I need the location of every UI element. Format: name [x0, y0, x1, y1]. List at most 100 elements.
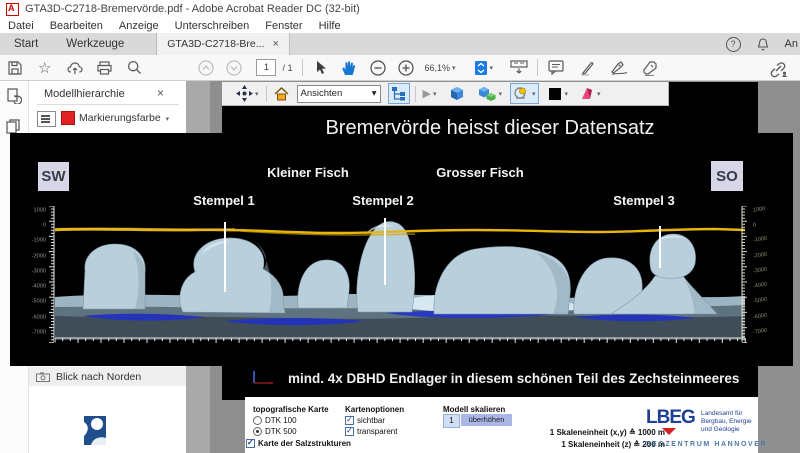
share-link-icon [768, 62, 788, 78]
chevron-down-icon: ▾ [433, 90, 437, 98]
checkbox-checked-icon [246, 439, 255, 448]
model-tree-icon [391, 86, 407, 101]
hand-icon [341, 60, 356, 76]
view-north-label: Blick nach Norden [56, 371, 141, 383]
menu-unterschreiben[interactable]: Unterschreiben [167, 20, 258, 32]
menu-anzeige[interactable]: Anzeige [111, 20, 167, 32]
star-icon: ☆ [38, 59, 51, 77]
sign-button[interactable] [610, 57, 628, 79]
rotate-navigation-icon [236, 85, 253, 102]
acrobat-window: Modellhierarchie × Markierungsfarbe ▾ Bl… [0, 0, 800, 453]
printer-icon [97, 61, 112, 75]
3d-home-view-button[interactable] [272, 84, 291, 103]
chevron-down-icon: ▾ [372, 88, 377, 99]
background-color-button[interactable]: ▾ [547, 84, 571, 103]
star-button[interactable]: ☆ [38, 57, 51, 79]
save-icon [8, 61, 22, 75]
menu-datei[interactable]: Datei [0, 20, 42, 32]
page-up-icon [198, 60, 214, 76]
search-button[interactable] [127, 57, 142, 79]
notification-bell-icon[interactable] [757, 38, 769, 51]
save-button[interactable] [8, 57, 22, 79]
checkbox-visible[interactable]: sichtbar [345, 416, 385, 425]
sign-in-label[interactable]: An [785, 38, 798, 50]
main-toolbar: ☆ 1 / 1 66,1%▾ ▾ [0, 55, 800, 81]
view-north-button[interactable]: Blick nach Norden [29, 367, 186, 386]
checkbox-checked-icon [345, 427, 354, 436]
fountain-pen-icon [610, 60, 628, 75]
title-bar: GTA3D-C2718-Bremervörde.pdf - Adobe Acro… [0, 0, 800, 18]
search-icon [127, 60, 142, 75]
model-tree-toggle-button[interactable] [388, 83, 410, 104]
tab-start[interactable]: Start [0, 38, 52, 50]
views-dropdown-value: Ansichten [301, 88, 343, 99]
zoom-in-button[interactable] [398, 57, 414, 79]
chevron-down-icon: ▾ [565, 90, 569, 98]
tabbar-right-group: ? An [726, 33, 800, 55]
marking-color-swatch[interactable] [61, 111, 75, 125]
exaggerate-button[interactable]: überhöhen [461, 414, 512, 426]
chevron-down-icon: ▾ [597, 90, 601, 98]
menu-bearbeiten[interactable]: Bearbeiten [42, 20, 111, 32]
export-pdf-icon[interactable] [6, 88, 22, 104]
zoom-level-dropdown[interactable]: 66,1%▾ [424, 57, 455, 79]
views-dropdown[interactable]: Ansichten ▾ [297, 85, 381, 103]
light-lamp-icon [513, 86, 530, 101]
comment-button[interactable] [548, 57, 564, 79]
chevron-down-icon: ▾ [532, 90, 536, 98]
scale-value-field[interactable]: 1 [443, 414, 460, 428]
marking-color-label[interactable]: Markierungsfarbe ▾ [79, 112, 169, 124]
panel-options-icon[interactable] [37, 111, 56, 127]
render-mode-button[interactable]: ▾ [475, 84, 505, 103]
page-thumbnails-icon[interactable] [6, 119, 21, 134]
checkbox-checked-icon [345, 416, 354, 425]
radio-dtk100[interactable]: DTK 100 [253, 416, 297, 425]
fit-page-button[interactable]: ▾ [474, 57, 494, 79]
menu-bar: Datei Bearbeiten Anzeige Unterschreiben … [0, 18, 800, 33]
default-view-cube-button[interactable] [447, 84, 467, 103]
panel-close-button[interactable]: × [157, 86, 164, 100]
cross-section-button[interactable]: ▾ [577, 84, 603, 103]
help-icon[interactable]: ? [726, 37, 741, 52]
radio-dtk500[interactable]: DTK 500 [253, 427, 297, 436]
checkbox-salt-map[interactable]: Karte der Salzstrukturen [246, 439, 351, 448]
chevron-down-icon: ▾ [166, 116, 170, 123]
hand-tool-button-active[interactable] [341, 57, 356, 79]
fit-width-icon [509, 60, 529, 76]
acrobat-app-icon [6, 3, 19, 16]
3d-play-animation-button[interactable]: ▶ ▾ [421, 84, 439, 103]
cube-icon [449, 86, 465, 102]
chevron-down-icon: ▾ [499, 90, 503, 98]
highlight-button[interactable] [580, 57, 596, 79]
previous-page-button[interactable] [198, 57, 214, 79]
play-icon: ▶ [423, 87, 431, 100]
share-upload-button[interactable] [67, 57, 83, 79]
page-number-input[interactable]: 1 [256, 59, 276, 76]
tab-werkzeuge[interactable]: Werkzeuge [52, 38, 138, 50]
divider [302, 59, 303, 76]
fit-width-button[interactable] [509, 57, 529, 79]
radio-selected-icon [253, 427, 262, 436]
window-title: GTA3D-C2718-Bremervörde.pdf - Adobe Acro… [25, 3, 360, 15]
divider [537, 59, 538, 76]
menu-hilfe[interactable]: Hilfe [311, 20, 349, 32]
pointer-cursor-icon [315, 60, 327, 75]
tab-bar: Start Werkzeuge GTA3D-C2718-Bre... × ? A… [0, 33, 800, 55]
select-tool-button[interactable] [315, 57, 327, 79]
zoom-out-button[interactable] [370, 57, 386, 79]
tab-close-icon[interactable]: × [273, 38, 279, 50]
3d-toolbar: ▾ Ansichten ▾ ▶ ▾ ▾ ▾ ▾ [222, 82, 669, 106]
checkbox-transparent[interactable]: transparent [345, 427, 397, 436]
3d-canvas-overlay[interactable] [10, 133, 793, 366]
next-page-button[interactable] [226, 57, 242, 79]
page-down-icon [226, 60, 242, 76]
lighting-button[interactable]: ▾ [510, 83, 539, 104]
print-button[interactable] [97, 57, 112, 79]
minus-circle-icon [370, 60, 386, 76]
share-link-button[interactable] [768, 59, 788, 81]
menu-fenster[interactable]: Fenster [257, 20, 310, 32]
home-icon [274, 87, 289, 101]
3d-rotate-tool-button[interactable]: ▾ [234, 84, 261, 103]
fill-sign-button[interactable] [642, 57, 659, 79]
tab-document-active[interactable]: GTA3D-C2718-Bre... × [156, 33, 290, 55]
